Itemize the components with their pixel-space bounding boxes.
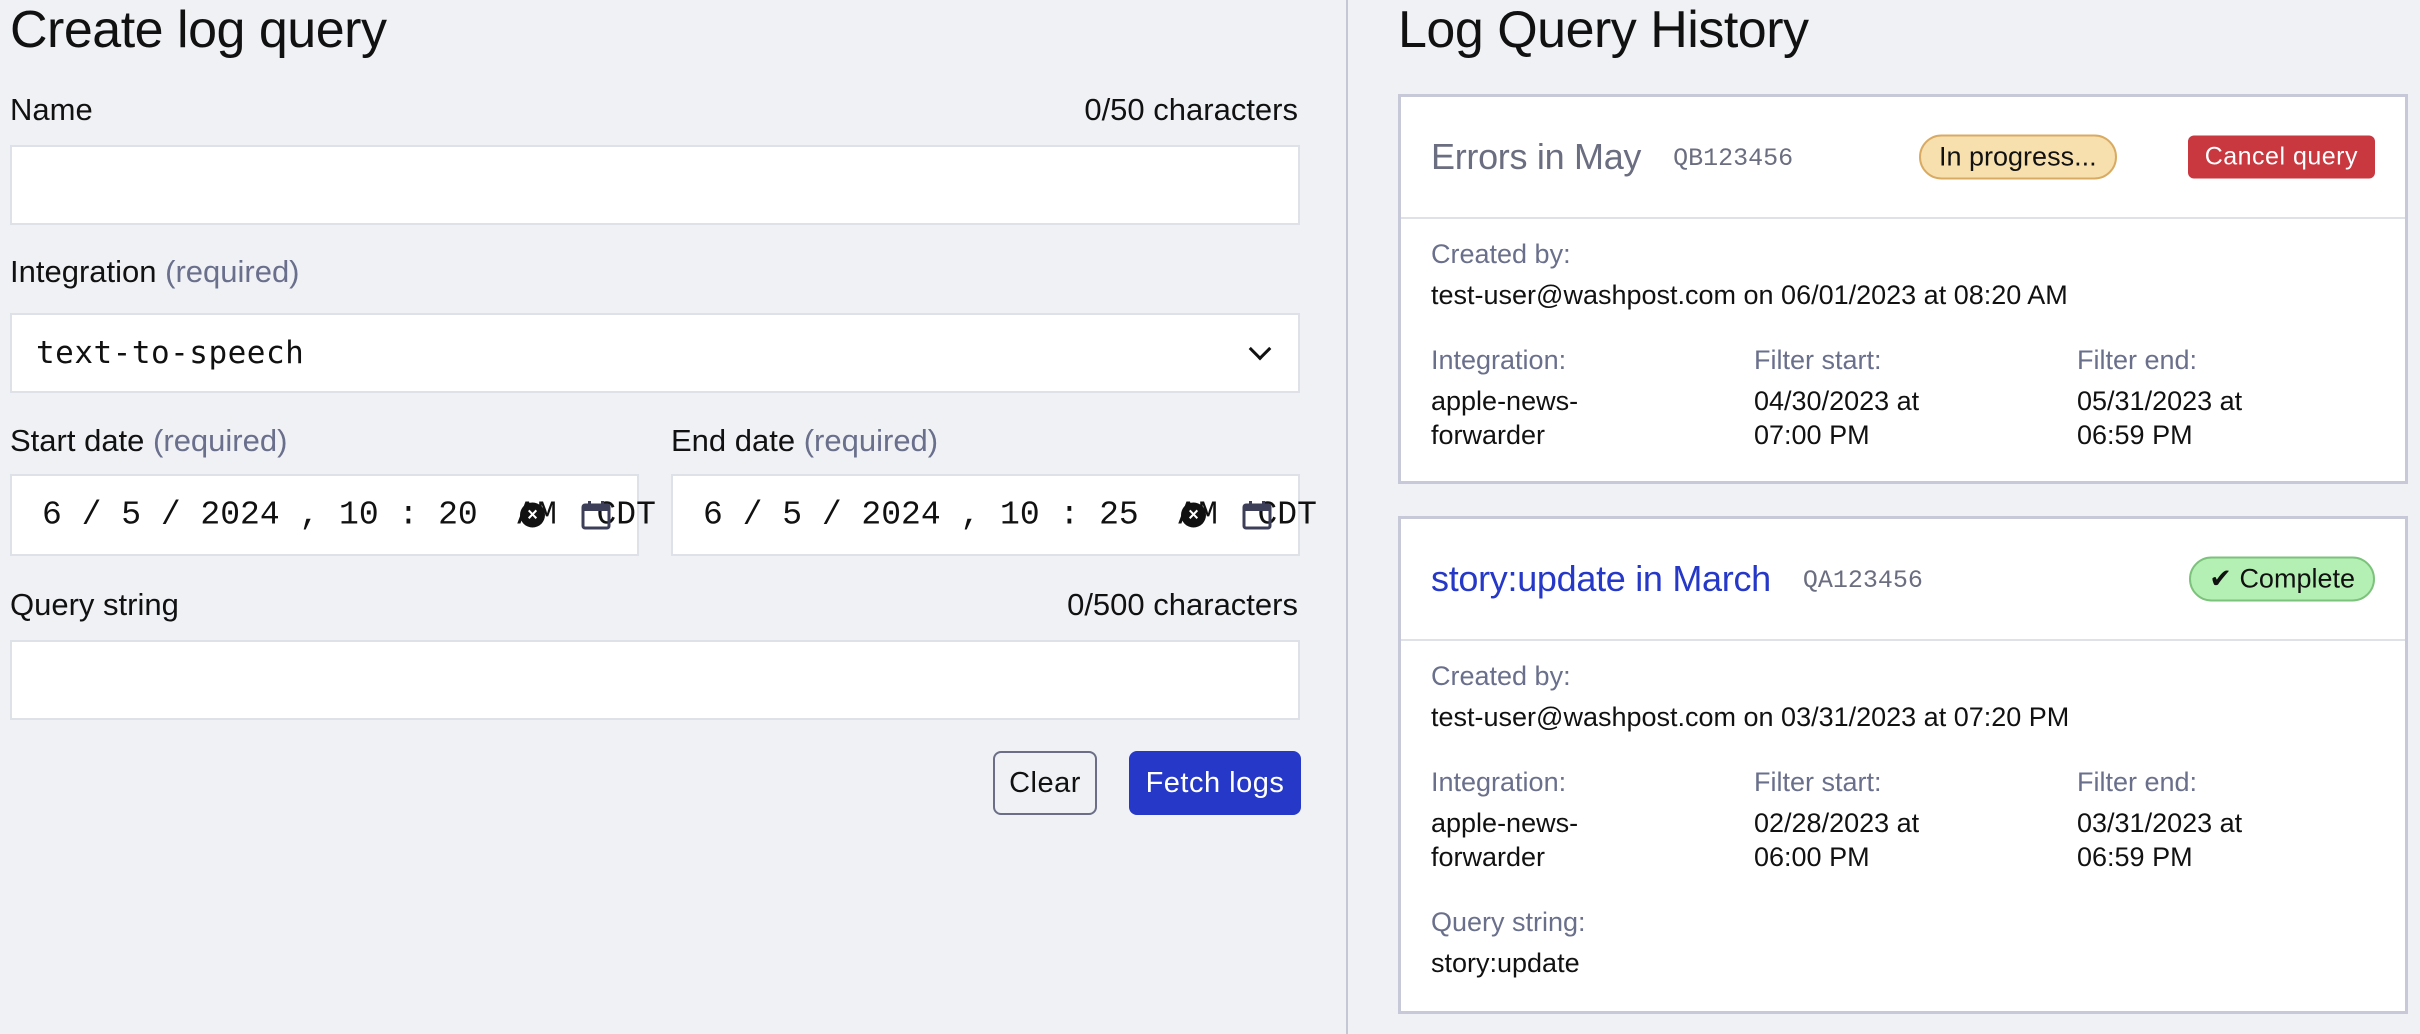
card-title[interactable]: story:update in March QA123456 bbox=[1431, 558, 1923, 600]
integration-label: Integration: bbox=[1431, 767, 1567, 797]
query-history-panel: Log Query History Errors in May QB123456… bbox=[1350, 0, 2420, 1034]
query-name-link[interactable]: story:update in March bbox=[1431, 558, 1771, 599]
integration-select[interactable]: text-to-speech bbox=[10, 313, 1300, 393]
card-title: Errors in May QB123456 bbox=[1431, 136, 1793, 178]
name-char-counter: 0/50 characters bbox=[1084, 92, 1298, 127]
filter-start-line: 04/30/2023 at bbox=[1754, 386, 1920, 416]
start-date-label-text: Start date bbox=[10, 423, 145, 458]
created-by-label: Created by: bbox=[1431, 239, 1571, 269]
card-header: Errors in May QB123456 In progress... Ca… bbox=[1401, 97, 2405, 219]
start-date-input[interactable]: 6 / 5 / 2024 , 10 : 20 AM CDT × bbox=[10, 474, 656, 556]
query-string-label: Query string bbox=[10, 587, 179, 622]
status-badge: ✔ Complete bbox=[2189, 556, 2375, 602]
filter-start-value: 02/28/2023 at 06:00 PM bbox=[1754, 806, 1919, 874]
calendar-icon[interactable] bbox=[580, 499, 612, 531]
filter-end-value: 03/31/2023 at 06:59 PM bbox=[2077, 806, 2242, 874]
page-title: Create log query bbox=[10, 1, 387, 59]
check-icon: ✔ bbox=[2209, 563, 2232, 594]
filter-end-label: Filter end: bbox=[2077, 767, 2198, 797]
query-string-label: Query string: bbox=[1431, 907, 1586, 937]
history-title: Log Query History bbox=[1398, 1, 1809, 59]
required-indicator: (required) bbox=[165, 254, 300, 289]
integration-value-line: apple-news- bbox=[1431, 386, 1579, 416]
cancel-query-button[interactable]: Cancel query bbox=[2187, 135, 2375, 179]
chevron-down-icon bbox=[1248, 337, 1272, 361]
integration-label-text: Integration bbox=[10, 254, 157, 289]
integration-selected-value: text-to-speech bbox=[36, 335, 305, 371]
start-date-label: Start date (required) bbox=[10, 423, 287, 459]
filter-start-label: Filter start: bbox=[1754, 767, 1882, 797]
filter-start-label: Filter start: bbox=[1754, 345, 1882, 375]
end-date-value[interactable]: 6 / 5 / 2024 , 10 : 25 AM CDT bbox=[703, 497, 1317, 534]
created-by-value: test-user@washpost.com on 03/31/2023 at … bbox=[1431, 702, 2070, 732]
filter-start-line: 02/28/2023 at bbox=[1754, 808, 1920, 838]
calendar-icon[interactable] bbox=[1241, 499, 1273, 531]
end-date-label: End date (required) bbox=[671, 423, 938, 459]
integration-value-line: apple-news- bbox=[1431, 808, 1579, 838]
integration-value: apple-news- forwarder bbox=[1431, 806, 1578, 874]
clear-icon[interactable]: × bbox=[1181, 502, 1206, 528]
create-query-panel: Create log query Name 0/50 characters In… bbox=[0, 0, 1348, 1034]
query-string-char-counter: 0/500 characters bbox=[1067, 587, 1298, 622]
filter-end-line: 05/31/2023 at bbox=[2077, 386, 2243, 416]
query-id: QB123456 bbox=[1673, 144, 1794, 173]
filter-start-line: 07:00 PM bbox=[1754, 420, 1870, 450]
query-name: Errors in May bbox=[1431, 136, 1642, 177]
filter-start-line: 06:00 PM bbox=[1754, 842, 1870, 872]
integration-value: apple-news- forwarder bbox=[1431, 384, 1578, 452]
clear-button[interactable]: Clear bbox=[993, 751, 1097, 815]
clear-icon[interactable]: × bbox=[520, 502, 545, 528]
integration-label: Integration (required) bbox=[10, 254, 300, 290]
filter-end-line: 06:59 PM bbox=[2077, 420, 2193, 450]
filter-start-value: 04/30/2023 at 07:00 PM bbox=[1754, 384, 1919, 452]
query-id: QA123456 bbox=[1802, 566, 1923, 595]
name-field-wrapper bbox=[10, 145, 1300, 225]
filter-end-line: 03/31/2023 at bbox=[2077, 808, 2243, 838]
filter-end-value: 05/31/2023 at 06:59 PM bbox=[2077, 384, 2242, 452]
name-input[interactable] bbox=[12, 147, 1298, 223]
status-badge: In progress... bbox=[1919, 134, 2117, 180]
filter-end-label: Filter end: bbox=[2077, 345, 2198, 375]
history-card: story:update in March QA123456 ✔ Complet… bbox=[1398, 516, 2408, 1014]
integration-label: Integration: bbox=[1431, 345, 1567, 375]
integration-value-line: forwarder bbox=[1431, 842, 1546, 872]
status-text: Complete bbox=[2239, 563, 2355, 594]
card-header: story:update in March QA123456 ✔ Complet… bbox=[1401, 519, 2405, 641]
query-string-input[interactable] bbox=[12, 642, 1298, 718]
integration-value-line: forwarder bbox=[1431, 420, 1546, 450]
required-indicator: (required) bbox=[153, 423, 288, 458]
created-by-label: Created by: bbox=[1431, 661, 1571, 691]
history-card: Errors in May QB123456 In progress... Ca… bbox=[1398, 94, 2408, 484]
fetch-logs-button[interactable]: Fetch logs bbox=[1129, 751, 1301, 815]
filter-end-line: 06:59 PM bbox=[2077, 842, 2193, 872]
created-by-value: test-user@washpost.com on 06/01/2023 at … bbox=[1431, 280, 2068, 310]
end-date-label-text: End date bbox=[671, 423, 796, 458]
end-date-input[interactable]: 6 / 5 / 2024 , 10 : 25 AM CDT × bbox=[671, 474, 1317, 556]
start-date-value[interactable]: 6 / 5 / 2024 , 10 : 20 AM CDT bbox=[42, 497, 656, 534]
required-indicator: (required) bbox=[803, 423, 939, 458]
query-string-field-wrapper bbox=[10, 640, 1300, 720]
query-string-value: story:update bbox=[1431, 948, 1580, 978]
name-label: Name bbox=[10, 92, 93, 127]
